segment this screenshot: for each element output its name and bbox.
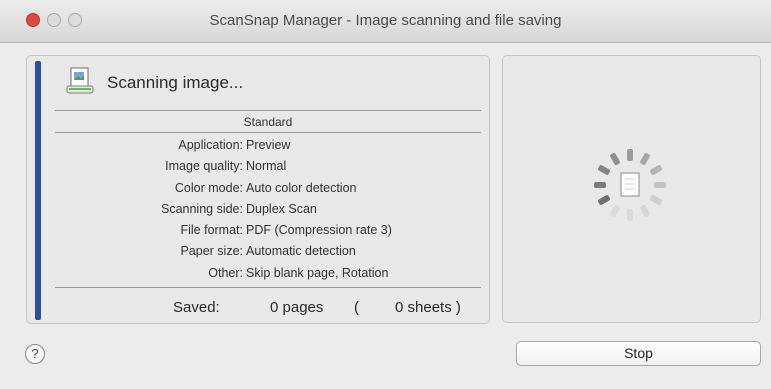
setting-label: Application: (178, 138, 243, 152)
setting-label: Color mode: (174, 180, 243, 195)
progress-spinner-icon (594, 149, 666, 221)
setting-row-application: Application: Preview (55, 138, 481, 159)
setting-value: Normal (246, 159, 287, 174)
setting-label: File format: (180, 223, 243, 238)
setting-value: PDF (Compression rate 3) (246, 223, 392, 238)
setting-row-scanning-side: Scanning side: Duplex Scan (55, 202, 481, 223)
setting-value: Auto color detection (246, 180, 357, 195)
saved-sheets: 0 sheets ) (395, 299, 461, 316)
setting-value: Preview (246, 138, 291, 152)
scan-status-panel: Scanning image... Standard Application: … (26, 55, 490, 324)
saved-paren: ( (354, 299, 359, 316)
setting-label: Other: (208, 265, 243, 280)
scan-preview-panel (502, 55, 761, 323)
setting-label: Image quality: (165, 159, 243, 174)
accent-bar (35, 61, 41, 320)
saved-label: Saved: (173, 299, 220, 316)
divider (55, 132, 481, 133)
saved-pages: 0 pages (270, 299, 324, 316)
divider (55, 110, 481, 111)
setting-label: Paper size: (180, 244, 243, 259)
status-text: Scanning image... (107, 73, 244, 92)
setting-row-image-quality: Image quality: Normal (55, 159, 481, 180)
setting-row-file-format: File format: PDF (Compression rate 3) (55, 223, 481, 244)
setting-row-paper-size: Paper size: Automatic detection (55, 244, 481, 265)
setting-value: Skip blank page, Rotation (246, 265, 389, 280)
setting-row-other: Other: Skip blank page, Rotation (55, 266, 481, 287)
title-bar: ScanSnap Manager - Image scanning and fi… (0, 0, 771, 43)
setting-value: Duplex Scan (246, 201, 317, 216)
scan-window: ScanSnap Manager - Image scanning and fi… (0, 0, 771, 389)
stop-button[interactable]: Stop (516, 341, 761, 366)
setting-value: Automatic detection (246, 244, 356, 259)
settings-list: Application: Preview Image quality: Norm… (55, 138, 481, 287)
setting-row-color-mode: Color mode: Auto color detection (55, 181, 481, 202)
profile-name: Standard (243, 115, 293, 129)
window-title: ScanSnap Manager - Image scanning and fi… (209, 12, 562, 29)
help-button[interactable]: ? (25, 344, 45, 364)
scanner-document-icon (66, 67, 94, 94)
setting-label: Scanning side: (160, 201, 243, 216)
divider (55, 287, 481, 288)
